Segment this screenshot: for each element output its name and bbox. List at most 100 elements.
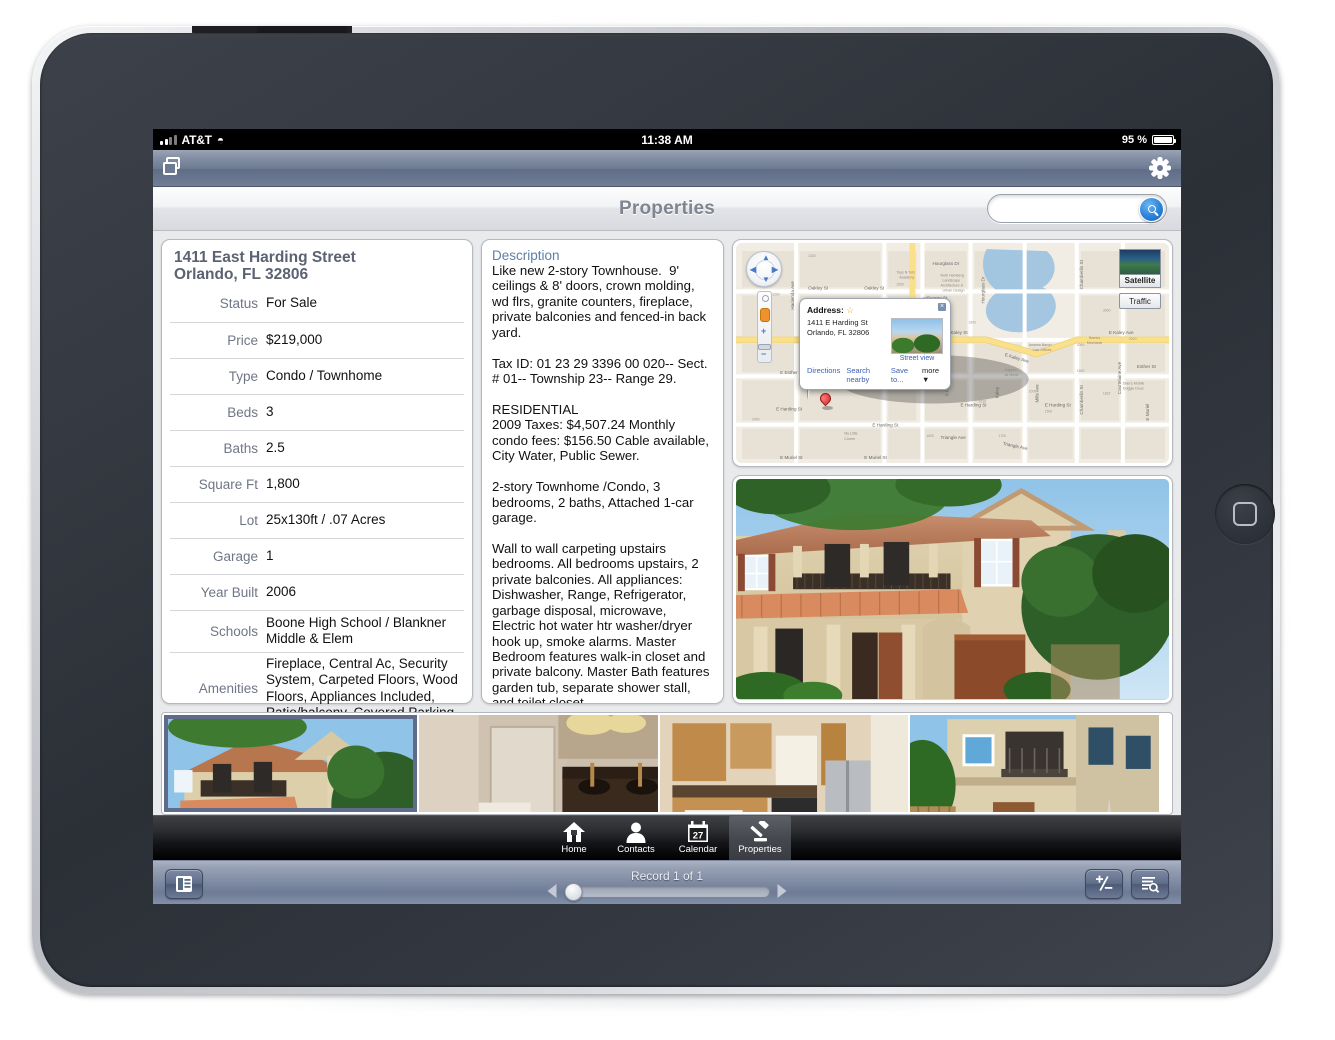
zoom-slider-icon[interactable]: + −: [757, 291, 772, 363]
bubble-link-more[interactable]: more ▼: [922, 366, 943, 384]
map-card[interactable]: Hourglass Dr Oakley StOakley St George S…: [732, 239, 1173, 467]
detail-label: Garage: [212, 548, 258, 564]
bubble-heading: Address: ☆: [807, 305, 943, 316]
svg-text:Hourglass Dr: Hourglass Dr: [981, 276, 986, 303]
arrow-right-icon[interactable]: [777, 884, 787, 898]
gear-icon[interactable]: [1149, 157, 1171, 179]
detail-value[interactable]: Boone High School / Blankner Middle & El…: [266, 615, 464, 648]
svg-text:E Harding St: E Harding St: [1045, 402, 1072, 407]
svg-text:Oakley St: Oakley St: [864, 285, 885, 290]
property-exterior-front-large[interactable]: [736, 479, 1169, 700]
find-records-icon[interactable]: [1131, 868, 1169, 899]
bubble-links: Directions Search nearby Save to... more ▼: [807, 366, 943, 384]
record-count-label: Record 1 of 1: [630, 869, 704, 883]
svg-text:1200: 1200: [772, 292, 780, 296]
svg-text:Happen: Happen: [1005, 368, 1018, 372]
search-icon[interactable]: [1139, 196, 1164, 222]
svg-text:2000: 2000: [1129, 337, 1137, 341]
svg-text:1600: 1600: [969, 321, 977, 325]
svg-text:Mechanic: Mechanic: [1087, 341, 1103, 345]
detail-row-lot: Lot 25x130ft / .07 Acres: [170, 501, 464, 538]
svg-text:Chamberlin St: Chamberlin St: [1079, 385, 1084, 415]
detail-row-baths: Baths 2.5: [170, 429, 464, 466]
star-icon[interactable]: ☆: [846, 305, 854, 315]
detail-label: Schools: [209, 623, 258, 639]
search-box[interactable]: [987, 194, 1181, 223]
list-view-icon[interactable]: [165, 868, 203, 899]
detail-value[interactable]: 1,800: [266, 476, 300, 492]
bubble-link-save-to[interactable]: Save to...: [891, 366, 916, 384]
tab-calendar[interactable]: 27 Calendar: [667, 816, 729, 861]
plus-minus-icon[interactable]: [1085, 868, 1123, 899]
detail-value[interactable]: 2006: [266, 584, 296, 600]
detail-value[interactable]: 3: [266, 404, 274, 420]
main-photo-svg: [736, 479, 1169, 700]
thumbnail-exterior-rear[interactable]: [910, 715, 1159, 812]
detail-value[interactable]: 25x130ft / .07 Acres: [266, 512, 385, 528]
detail-value[interactable]: Condo / Townhome: [266, 368, 382, 384]
street-view-thumb[interactable]: Street view: [891, 318, 943, 362]
svg-text:E Harding St: E Harding St: [776, 407, 803, 412]
content-area: 1411 East Harding Street Orlando, FL 328…: [153, 231, 1181, 815]
svg-text:27: 27: [693, 830, 704, 841]
map-traffic-label: Traffic: [1129, 297, 1151, 306]
map-traffic-button[interactable]: Traffic: [1119, 293, 1161, 309]
tab-label: Contacts: [617, 844, 655, 855]
thumbnail-strip: [161, 712, 1173, 815]
detail-label: Square Ft: [198, 476, 258, 492]
list-view-glyph: [176, 875, 192, 892]
home-icon: [562, 821, 586, 843]
map-satellite-button[interactable]: Satellite: [1119, 249, 1161, 288]
detail-value[interactable]: 1: [266, 548, 274, 564]
detail-value[interactable]: For Sale: [266, 295, 317, 311]
svg-text:Doggie Doos: Doggie Doos: [1123, 386, 1144, 390]
main-photo-card[interactable]: [732, 475, 1173, 704]
tab-home[interactable]: Home: [543, 816, 605, 861]
detail-row-price: Price $219,000: [170, 321, 464, 358]
map-pin-icon[interactable]: [817, 390, 834, 410]
map-info-bubble: × Address: ☆ 1411 E Harding St Orlando, …: [799, 298, 951, 390]
plus-minus-glyph: [1096, 875, 1113, 891]
detail-row-schools: Schools Boone High School / Blankner Midd…: [170, 609, 464, 652]
calendar-icon: 27: [687, 821, 709, 843]
thumbnail-master-bathroom[interactable]: [419, 715, 658, 812]
svg-text:1500: 1500: [1077, 369, 1085, 373]
property-details-card: 1411 East Harding Street Orlando, FL 328…: [161, 239, 473, 720]
record-slider[interactable]: [564, 882, 770, 901]
map-satellite-label: Satellite: [1119, 275, 1161, 288]
carrier-label: AT&T: [181, 132, 213, 147]
svg-text:Hacienda Ave: Hacienda Ave: [790, 281, 795, 310]
tab-properties[interactable]: Properties: [729, 815, 791, 861]
tab-bar: Home Contacts 27 Calendar Properties: [153, 815, 1181, 861]
media-column: Hourglass Dr Oakley StOakley St George S…: [732, 239, 1173, 704]
svg-text:1616: 1616: [979, 399, 987, 403]
svg-text:Corner: Corner: [844, 437, 856, 441]
record-slider-knob[interactable]: [564, 882, 583, 901]
detail-label: Type: [228, 368, 258, 384]
bubble-link-search-nearby[interactable]: Search nearby: [846, 366, 885, 384]
svg-text:Architecture &: Architecture &: [940, 283, 963, 287]
bubble-address-line2: Orlando, FL 32806: [807, 327, 870, 337]
windows-stack-icon[interactable]: [163, 157, 185, 179]
detail-label: Year Built: [200, 584, 258, 600]
google-map[interactable]: Hourglass Dr Oakley StOakley St George S…: [736, 243, 1169, 463]
bubble-link-directions[interactable]: Directions: [807, 366, 840, 384]
home-button-icon[interactable]: [1215, 484, 1275, 544]
tab-contacts[interactable]: Contacts: [605, 816, 667, 861]
svg-text:Ramirs: Ramirs: [1089, 336, 1101, 340]
close-icon[interactable]: ×: [938, 303, 946, 311]
detail-label: Baths: [223, 440, 258, 456]
pan-control-icon[interactable]: ▲ ▼ ◀ ▶: [746, 251, 782, 287]
gavel-icon: [748, 821, 772, 843]
thumbnail-exterior-front[interactable]: [164, 715, 417, 812]
svg-text:Andrew Baron: Andrew Baron: [1029, 343, 1052, 347]
detail-value[interactable]: $219,000: [266, 332, 322, 348]
clock-label: 11:38 AM: [641, 132, 693, 147]
thumbnail-kitchen[interactable]: [660, 715, 908, 812]
svg-text:Dian's Mobile: Dian's Mobile: [1123, 381, 1144, 385]
record-navigation-bar: Record 1 of 1: [153, 860, 1181, 904]
svg-text:E Muriel: E Muriel: [1145, 404, 1150, 421]
arrow-left-icon[interactable]: [547, 884, 557, 898]
address-line-2: Orlando, FL 32806: [174, 266, 309, 284]
detail-value[interactable]: 2.5: [266, 440, 285, 456]
